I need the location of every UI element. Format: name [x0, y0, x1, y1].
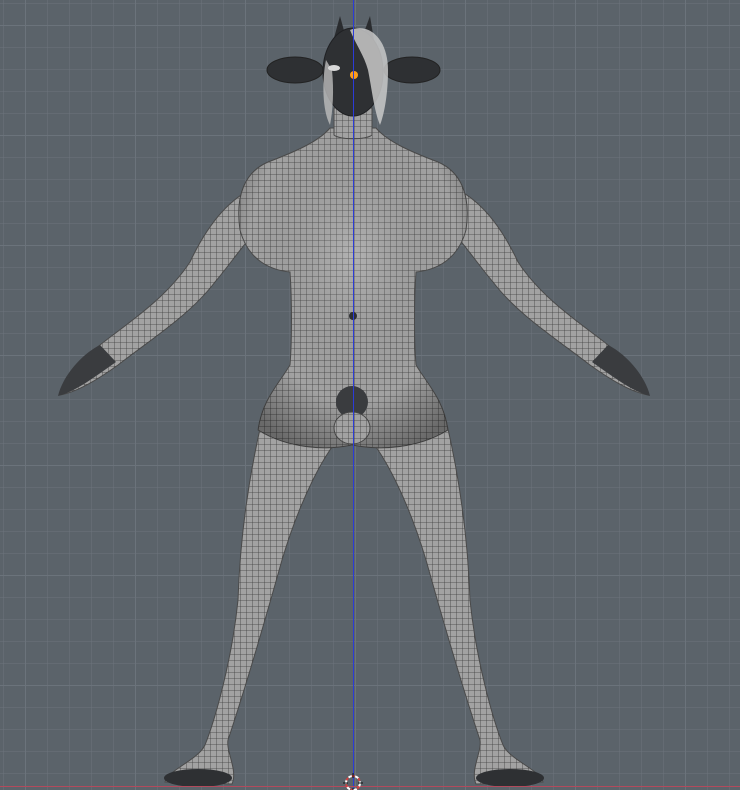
3d-viewport[interactable] — [0, 0, 740, 790]
left-foot — [164, 769, 232, 787]
right-foot — [476, 769, 544, 787]
3d-cursor-icon[interactable] — [343, 773, 363, 790]
mesh-scene — [58, 16, 650, 787]
x-axis-line — [0, 786, 740, 787]
left-ear — [266, 56, 324, 84]
z-axis-line — [353, 0, 354, 790]
right-leg — [361, 419, 544, 785]
left-leg — [164, 419, 347, 785]
right-ear — [383, 56, 441, 84]
eye — [328, 65, 340, 71]
humanoid-mesh[interactable] — [58, 16, 650, 787]
groin-lower — [333, 411, 371, 445]
origin-dot[interactable] — [350, 71, 358, 79]
